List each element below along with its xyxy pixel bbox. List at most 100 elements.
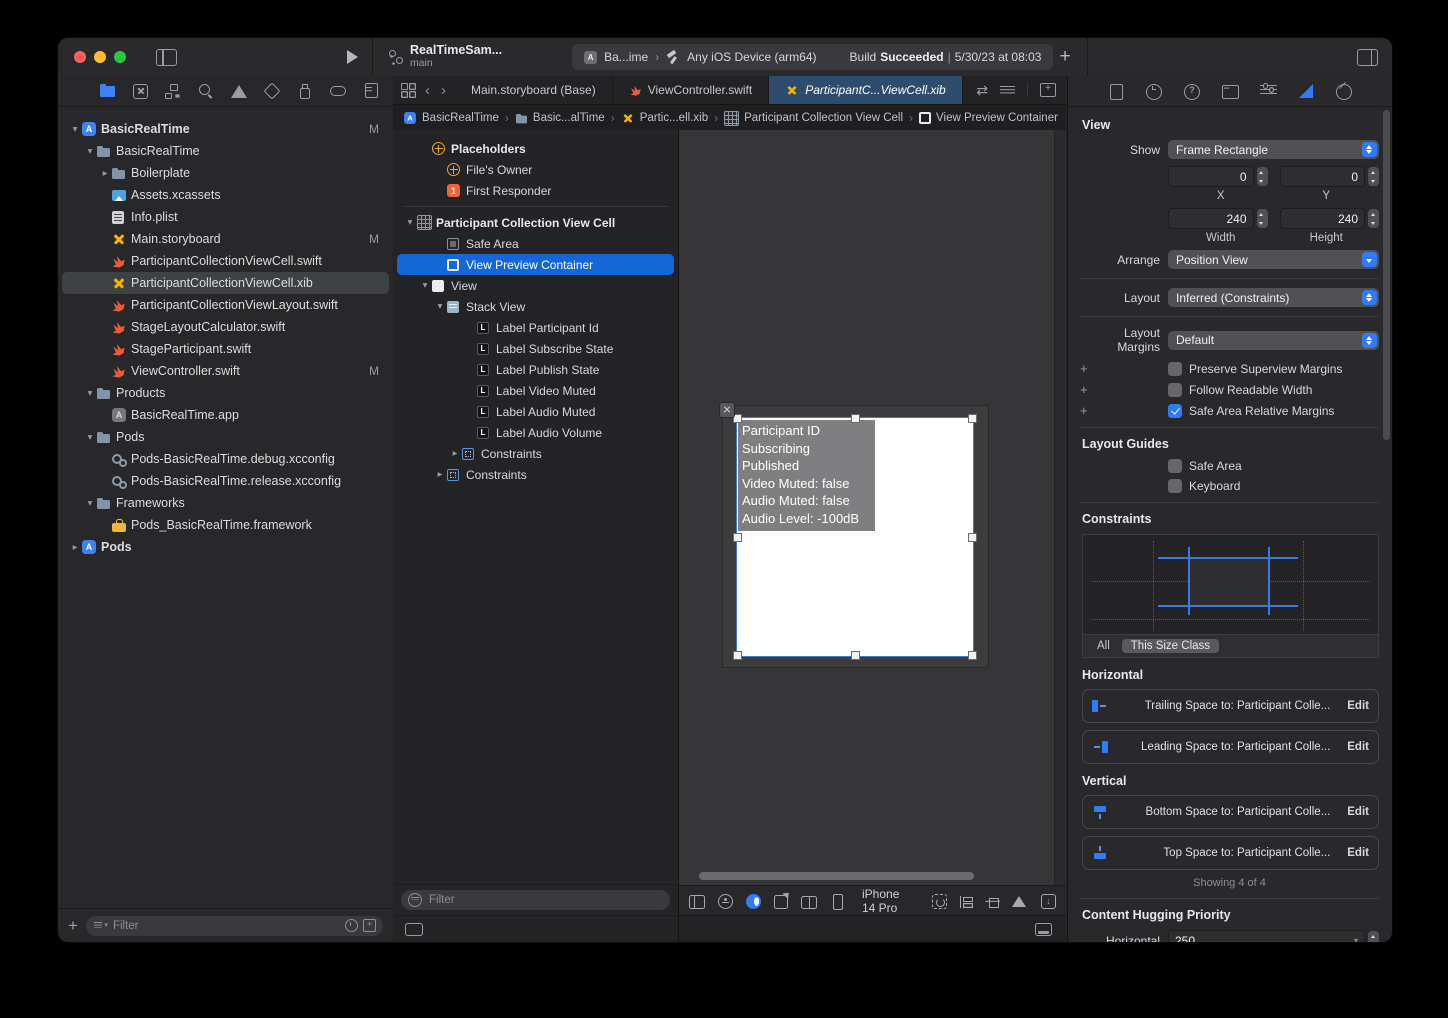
quick-help-inspector-icon[interactable] [1183, 83, 1201, 100]
arrange-popup[interactable]: Position View [1168, 250, 1379, 269]
file-row[interactable]: StageLayoutCalculator.swift [62, 316, 389, 338]
chevron-down-icon[interactable] [83, 498, 97, 509]
maximize-window-button[interactable] [114, 51, 126, 63]
stepper-icon[interactable] [1256, 209, 1268, 228]
chevron-down-icon[interactable] [418, 280, 432, 291]
add-editor-icon[interactable] [1040, 83, 1056, 97]
update-frames-icon[interactable] [932, 894, 947, 909]
file-row[interactable]: ParticipantCollectionViewCell.swift [62, 250, 389, 272]
tab-participant-xib-active[interactable]: ParticipantC...ViewCell.xib [769, 76, 963, 104]
source-control-filter-icon[interactable] [363, 919, 376, 932]
edit-button[interactable]: Edit [1347, 700, 1369, 712]
outline-row-files-owner[interactable]: File's Owner [397, 159, 674, 180]
issue-navigator-icon[interactable] [231, 83, 247, 99]
size-inspector-icon-selected[interactable] [1298, 83, 1315, 100]
adjust-editor-options-icon[interactable] [1000, 85, 1015, 96]
file-row-folder[interactable]: BasicRealTime [62, 140, 389, 162]
add-constraint-plus[interactable]: + [1080, 382, 1094, 397]
view-preview-container-frame[interactable]: Participant ID Subscribing Published Vid… [719, 402, 989, 668]
report-navigator-icon[interactable] [363, 83, 379, 99]
constraint-card-trailing[interactable]: Trailing Space to: Participant Colle... … [1082, 689, 1379, 723]
connections-inspector-icon[interactable] [1335, 83, 1353, 100]
file-inspector-icon[interactable] [1108, 83, 1125, 100]
outline-row-constraints[interactable]: Constraints [397, 443, 674, 464]
find-navigator-icon[interactable] [198, 83, 214, 99]
toggle-left-sidebar-icon[interactable] [156, 48, 177, 66]
file-row[interactable]: Info.plist [62, 206, 389, 228]
outline-row-stack-view[interactable]: Stack View [397, 296, 674, 317]
resize-handle[interactable] [968, 533, 977, 542]
label-subscribe-state[interactable]: Subscribing [742, 440, 875, 458]
appearance-toggle-icon[interactable] [746, 893, 761, 909]
accessibility-icon[interactable] [718, 894, 733, 909]
checkbox-unchecked[interactable] [1168, 382, 1182, 397]
source-control-navigator-icon[interactable] [133, 83, 148, 99]
toggle-outline-icon[interactable] [689, 895, 705, 909]
file-row[interactable]: StageParticipant.swift [62, 338, 389, 360]
chevron-down-icon[interactable] [433, 301, 447, 312]
resize-handle[interactable] [733, 533, 742, 542]
height-field[interactable]: 240 [1279, 208, 1365, 229]
x-field[interactable]: 0 [1168, 166, 1254, 187]
debug-navigator-icon[interactable] [297, 83, 313, 99]
constraint-card-leading[interactable]: Leading Space to: Participant Colle... E… [1082, 730, 1379, 764]
related-items-icon[interactable] [401, 83, 415, 97]
constraint-card-top[interactable]: Top Space to: Participant Colle... Edit [1082, 836, 1379, 870]
file-row-project[interactable]: BasicRealTimeM [62, 118, 389, 140]
back-button[interactable]: ‹ [424, 83, 431, 98]
outline-row-placeholders[interactable]: Placeholders [397, 138, 674, 159]
label-participant-id[interactable]: Participant ID [742, 422, 875, 440]
embed-icon[interactable] [1041, 894, 1056, 909]
canvas-vertical-scrollbar[interactable] [1054, 130, 1066, 885]
resolve-autolayout-icon[interactable] [1012, 893, 1028, 909]
add-constraint-plus[interactable]: + [1080, 403, 1094, 418]
split-view-icon[interactable] [801, 895, 817, 909]
outline-row-constraints[interactable]: Constraints [397, 464, 674, 485]
breakpoint-navigator-icon[interactable] [330, 83, 346, 99]
scheme-project[interactable]: RealTimeSam... main [387, 44, 502, 69]
file-row-folder[interactable]: Boilerplate [62, 162, 389, 184]
outline-row-label[interactable]: Label Participant Id [397, 317, 674, 338]
resize-handle[interactable] [968, 414, 977, 423]
file-row-folder[interactable]: Products [62, 382, 389, 404]
label-audio-volume[interactable]: Audio Level: -100dB [742, 510, 875, 528]
y-field[interactable]: 0 [1279, 166, 1365, 187]
chevron-down-icon[interactable] [83, 388, 97, 399]
toggle-right-sidebar-icon[interactable] [1357, 48, 1378, 66]
stepper-icon[interactable] [1368, 209, 1379, 228]
chevron-right-icon[interactable] [433, 469, 447, 480]
chevron-down-icon[interactable] [403, 217, 417, 228]
edit-button[interactable]: Edit [1347, 847, 1369, 859]
tab-viewcontroller[interactable]: ViewController.swift [613, 76, 770, 104]
file-row[interactable]: ViewController.swift M [62, 360, 389, 382]
segment-this-size-class[interactable]: This Size Class [1121, 639, 1220, 653]
navigator-filter-input[interactable] [110, 918, 340, 933]
outline-row-view[interactable]: View [397, 275, 674, 296]
file-row-folder[interactable]: Pods [62, 426, 389, 448]
chevron-down-icon[interactable] [83, 146, 97, 157]
outline-row-label[interactable]: Label Audio Muted [397, 401, 674, 422]
layout-popup[interactable]: Inferred (Constraints) [1168, 288, 1379, 307]
scheme-target[interactable]: Ba...ime [604, 50, 648, 64]
file-row-selected[interactable]: ParticipantCollectionViewCell.xib [62, 272, 389, 294]
label-publish-state[interactable]: Published [742, 457, 875, 475]
interface-builder-canvas[interactable]: Participant ID Subscribing Published Vid… [679, 130, 1066, 942]
segment-all[interactable]: All [1097, 640, 1110, 652]
recent-files-icon[interactable] [345, 919, 358, 932]
outline-row-safe-area[interactable]: Safe Area [397, 233, 674, 254]
scheme-device[interactable]: Any iOS Device (arm64) [687, 50, 816, 64]
edit-button[interactable]: Edit [1347, 741, 1369, 753]
stepper-icon[interactable] [1256, 167, 1268, 186]
file-row-folder[interactable]: Frameworks [62, 492, 389, 514]
tab-main-storyboard[interactable]: Main.storyboard (Base) [455, 76, 613, 104]
test-navigator-icon[interactable] [263, 82, 281, 100]
chevron-right-icon[interactable] [98, 168, 112, 179]
checkbox-unchecked[interactable] [1168, 361, 1182, 376]
file-row[interactable]: Assets.xcassets [62, 184, 389, 206]
minimize-window-button[interactable] [94, 51, 106, 63]
checkbox-unchecked[interactable] [1168, 479, 1182, 493]
attributes-inspector-icon[interactable] [1260, 83, 1277, 100]
hide-document-outline-icon[interactable] [405, 922, 423, 936]
file-row-project[interactable]: Pods [62, 536, 389, 558]
identity-inspector-icon[interactable] [1221, 83, 1239, 100]
